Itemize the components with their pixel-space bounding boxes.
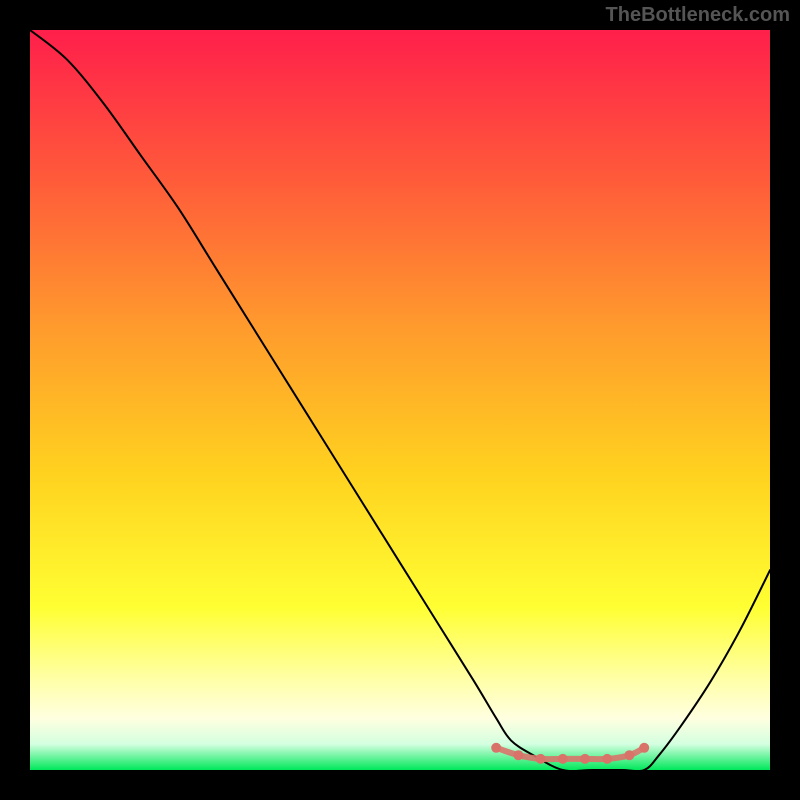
optimal-band-marker <box>558 754 568 764</box>
optimal-band-marker <box>513 750 523 760</box>
chart-svg <box>30 30 770 770</box>
optimal-band-marker <box>491 743 501 753</box>
chart-container: TheBottleneck.com <box>0 0 800 800</box>
gradient-background <box>30 30 770 770</box>
optimal-band-marker <box>624 750 634 760</box>
optimal-band-marker <box>580 754 590 764</box>
optimal-band-marker <box>639 743 649 753</box>
optimal-band-marker <box>602 754 612 764</box>
watermark-text: TheBottleneck.com <box>606 4 790 27</box>
plot-area <box>30 30 770 770</box>
optimal-band-marker <box>536 754 546 764</box>
